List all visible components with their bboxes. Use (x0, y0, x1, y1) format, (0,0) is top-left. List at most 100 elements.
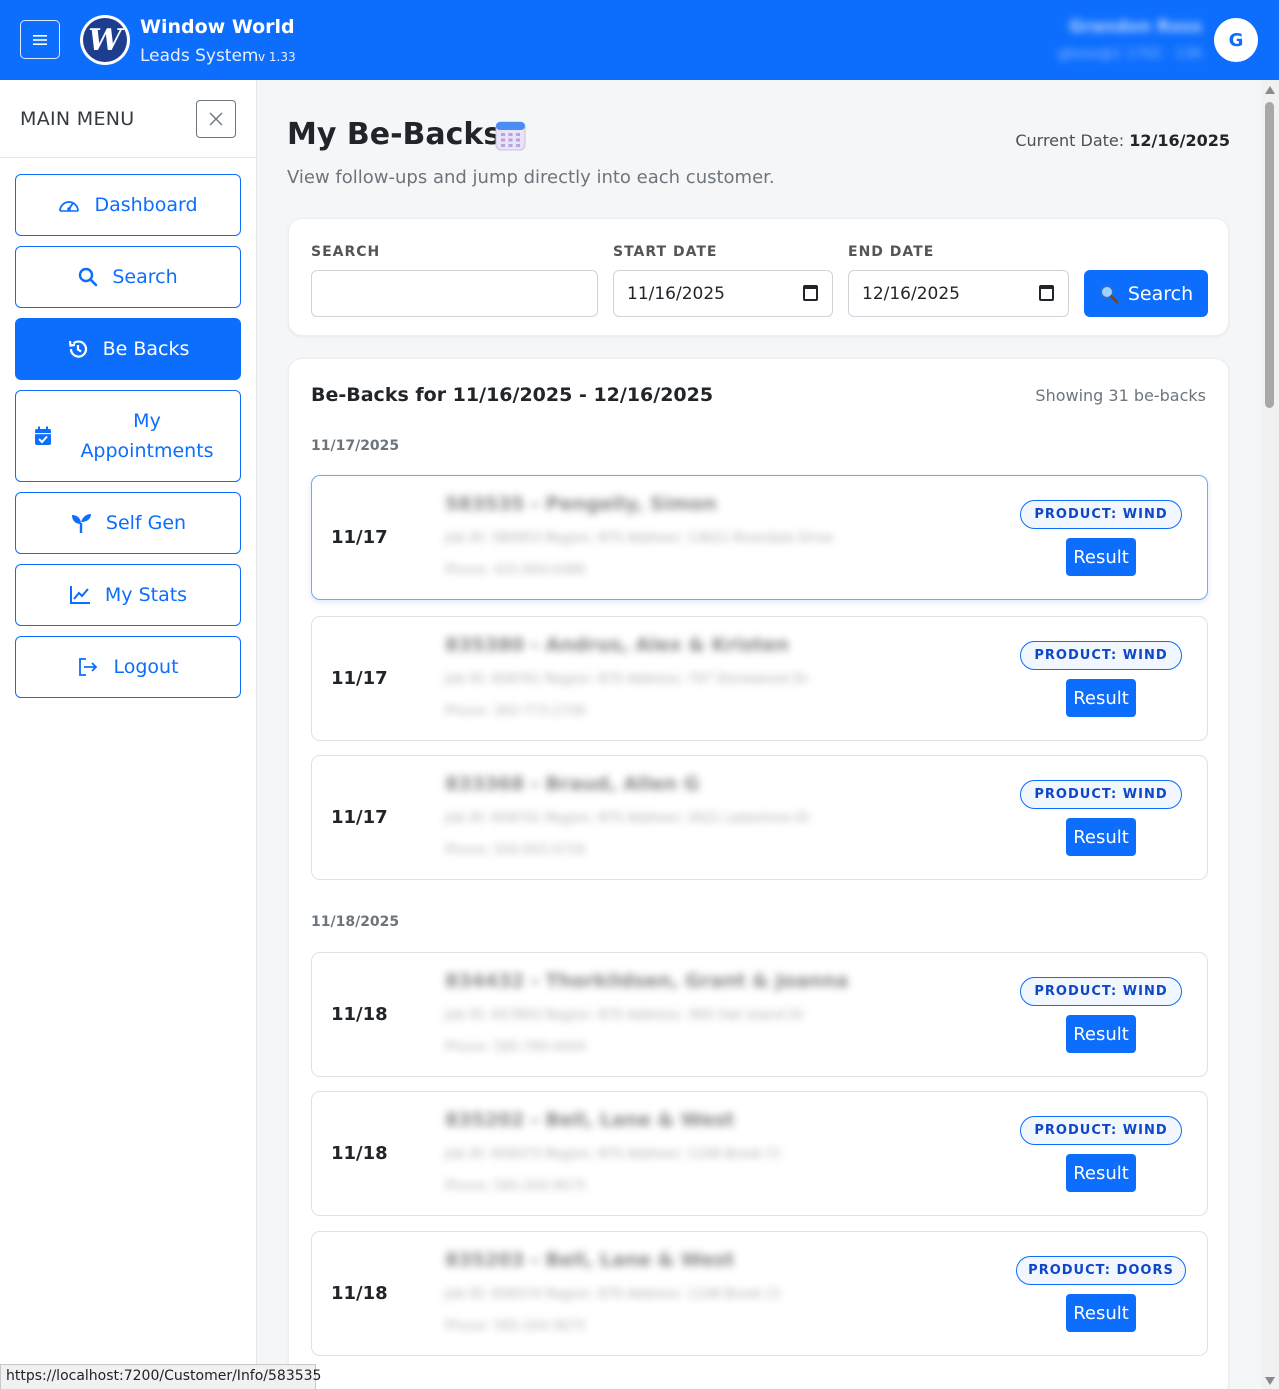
history-icon (68, 340, 87, 358)
search-label: SEARCH (311, 244, 381, 260)
result-button[interactable]: Result (1066, 538, 1136, 576)
row-date: 11/17 (331, 527, 388, 548)
customer-phone: Phone: 360-773-2706 (445, 704, 586, 719)
user-info: gboss@1 1702 · 136 (1058, 46, 1202, 62)
bebacks-row[interactable]: 11/18 835202 - Bell, Lane & West Job ID:… (311, 1091, 1208, 1216)
page-subtitle: View follow-ups and jump directly into e… (287, 167, 775, 188)
brand-subtitle: Leads System (140, 46, 259, 66)
page-title: My Be-Backs (287, 117, 502, 152)
bebacks-row[interactable]: 11/18 835203 - Bell, Lane & West Job ID:… (311, 1231, 1208, 1356)
user-name: Grandon Ross (1069, 17, 1202, 37)
bebacks-row[interactable]: 11/18 834432 - Thorkildsen, Grant & Joan… (311, 952, 1208, 1077)
sidebar-item-label: Logout (113, 656, 179, 678)
customer-phone: Phone: 585-789-4444 (445, 1040, 586, 1055)
product-badge-label: PRODUCT: (1034, 787, 1118, 802)
row-date: 11/18 (331, 1283, 388, 1304)
sidebar-item-label: Be Backs (102, 338, 190, 360)
product-badge: PRODUCT: DOORS (1016, 1256, 1186, 1285)
sidebar-item-search[interactable]: Search (15, 246, 241, 308)
current-date-label: Current Date: (1015, 131, 1125, 150)
result-button[interactable]: Result (1066, 679, 1136, 717)
search-button-label: Search (1127, 282, 1194, 305)
product-badge-value: WIND (1122, 787, 1168, 802)
customer-meta: Job ID: 658373 Region: 870 Address: 1108… (445, 1147, 781, 1162)
sidebar-header: MAIN MENU (0, 80, 256, 158)
customer-name-link[interactable]: 583535 - Pengelly, Simon (445, 493, 717, 515)
product-badge: PRODUCT: WIND (1020, 1116, 1182, 1145)
calendar-picker-icon[interactable] (1039, 285, 1054, 301)
row-date: 11/17 (331, 668, 388, 689)
product-badge-value: WIND (1122, 984, 1168, 999)
sprout-icon (71, 514, 91, 533)
scroll-thumb[interactable] (1265, 102, 1274, 408)
chart-line-icon (69, 586, 90, 604)
results-count: Showing 31 be-backs (1035, 386, 1206, 405)
brand-title: Window World (140, 16, 295, 38)
top-navbar: W Window World Leads System v 1.33 Grand… (0, 0, 1279, 80)
end-date-input[interactable]: 12/16/2025 (848, 270, 1069, 317)
bebacks-row[interactable]: 11/17 833368 - Braud, Allen G Job ID: 65… (311, 755, 1208, 880)
filter-card: SEARCH START DATE 11/16/2025 END DATE 12… (288, 218, 1229, 336)
search-input[interactable] (311, 270, 598, 317)
end-date-value: 12/16/2025 (862, 283, 960, 304)
user-avatar[interactable]: G (1214, 18, 1258, 62)
sidebar-item-dashboard[interactable]: Dashboard (15, 174, 241, 236)
scroll-down-arrow-icon[interactable] (1265, 1377, 1275, 1385)
results-card: Be-Backs for 11/16/2025 - 12/16/2025 Sho… (288, 358, 1229, 1389)
customer-name-link[interactable]: 835380 - Andrus, Alex & Kristen (445, 634, 789, 656)
search-icon (79, 267, 98, 287)
sidebar-item-self-gen[interactable]: Self Gen (15, 492, 241, 554)
customer-name-link[interactable]: 835203 - Bell, Lane & West (445, 1249, 734, 1271)
customer-name-link[interactable]: 833368 - Braud, Allen G (445, 773, 699, 795)
sidebar-close-button[interactable] (196, 100, 236, 138)
hamburger-icon (33, 34, 47, 45)
result-button[interactable]: Result (1066, 1294, 1136, 1332)
start-date-label: START DATE (613, 244, 718, 260)
customer-phone: Phone: 425-894-6486 (445, 563, 586, 578)
bebacks-row[interactable]: 11/17 583535 - Pengelly, Simon Job ID: 5… (311, 475, 1208, 600)
row-date: 11/18 (331, 1143, 388, 1164)
customer-meta: Job ID: 657803 Region: 870 Address: 369 … (445, 1008, 805, 1023)
bebacks-row[interactable]: 11/17 835380 - Andrus, Alex & Kristen Jo… (311, 616, 1208, 741)
product-badge-value: WIND (1122, 507, 1168, 522)
product-badge-label: PRODUCT: (1034, 1123, 1118, 1138)
close-icon (209, 112, 223, 126)
gauge-icon (59, 201, 80, 212)
sidebar-item-label: My Stats (104, 584, 188, 606)
product-badge: PRODUCT: WIND (1020, 500, 1182, 529)
page-scrollbar[interactable] (1261, 80, 1279, 1389)
product-badge-value: DOORS (1116, 1263, 1174, 1278)
customer-name-link[interactable]: 834432 - Thorkildsen, Grant & Joanna (445, 970, 848, 992)
sidebar-item-label: Dashboard (94, 194, 198, 216)
search-button[interactable]: Search (1084, 270, 1208, 317)
result-button[interactable]: Result (1066, 818, 1136, 856)
logout-icon (79, 658, 98, 676)
result-button[interactable]: Result (1066, 1015, 1136, 1053)
product-badge-value: WIND (1122, 648, 1168, 663)
menu-toggle-button[interactable] (20, 20, 60, 59)
main-menu-title: MAIN MENU (20, 108, 135, 130)
calendar-check-icon (35, 426, 51, 445)
customer-phone: Phone: 509-905-0726 (445, 843, 586, 858)
product-badge: PRODUCT: WIND (1020, 780, 1182, 809)
sidebar-item-label: My Appointments (80, 410, 214, 462)
sidebar-item-my-appointments[interactable]: My Appointments (15, 390, 241, 482)
customer-phone: Phone: 585-264-9675 (445, 1179, 586, 1194)
scroll-up-arrow-icon[interactable] (1265, 86, 1275, 94)
sidebar-item-label: Self Gen (105, 512, 187, 534)
sidebar-item-my-stats[interactable]: My Stats (15, 564, 241, 626)
start-date-input[interactable]: 11/16/2025 (613, 270, 833, 317)
results-title: Be-Backs for 11/16/2025 - 12/16/2025 (311, 384, 714, 406)
calendar-picker-icon[interactable] (803, 285, 818, 301)
window-world-logo[interactable]: W (80, 15, 130, 65)
result-button[interactable]: Result (1066, 1154, 1136, 1192)
product-badge-label: PRODUCT: (1034, 507, 1118, 522)
customer-name-link[interactable]: 835202 - Bell, Lane & West (445, 1109, 734, 1131)
customer-phone: Phone: 585-264-9675 (445, 1319, 586, 1334)
row-date: 11/17 (331, 807, 388, 828)
start-date-value: 11/16/2025 (627, 283, 725, 304)
customer-meta: Job ID: 658761 Region: 870 Address: 797 … (445, 672, 809, 687)
sidebar-item-be-backs[interactable]: Be Backs (15, 318, 241, 380)
sidebar-item-logout[interactable]: Logout (15, 636, 241, 698)
product-badge: PRODUCT: WIND (1020, 641, 1182, 670)
